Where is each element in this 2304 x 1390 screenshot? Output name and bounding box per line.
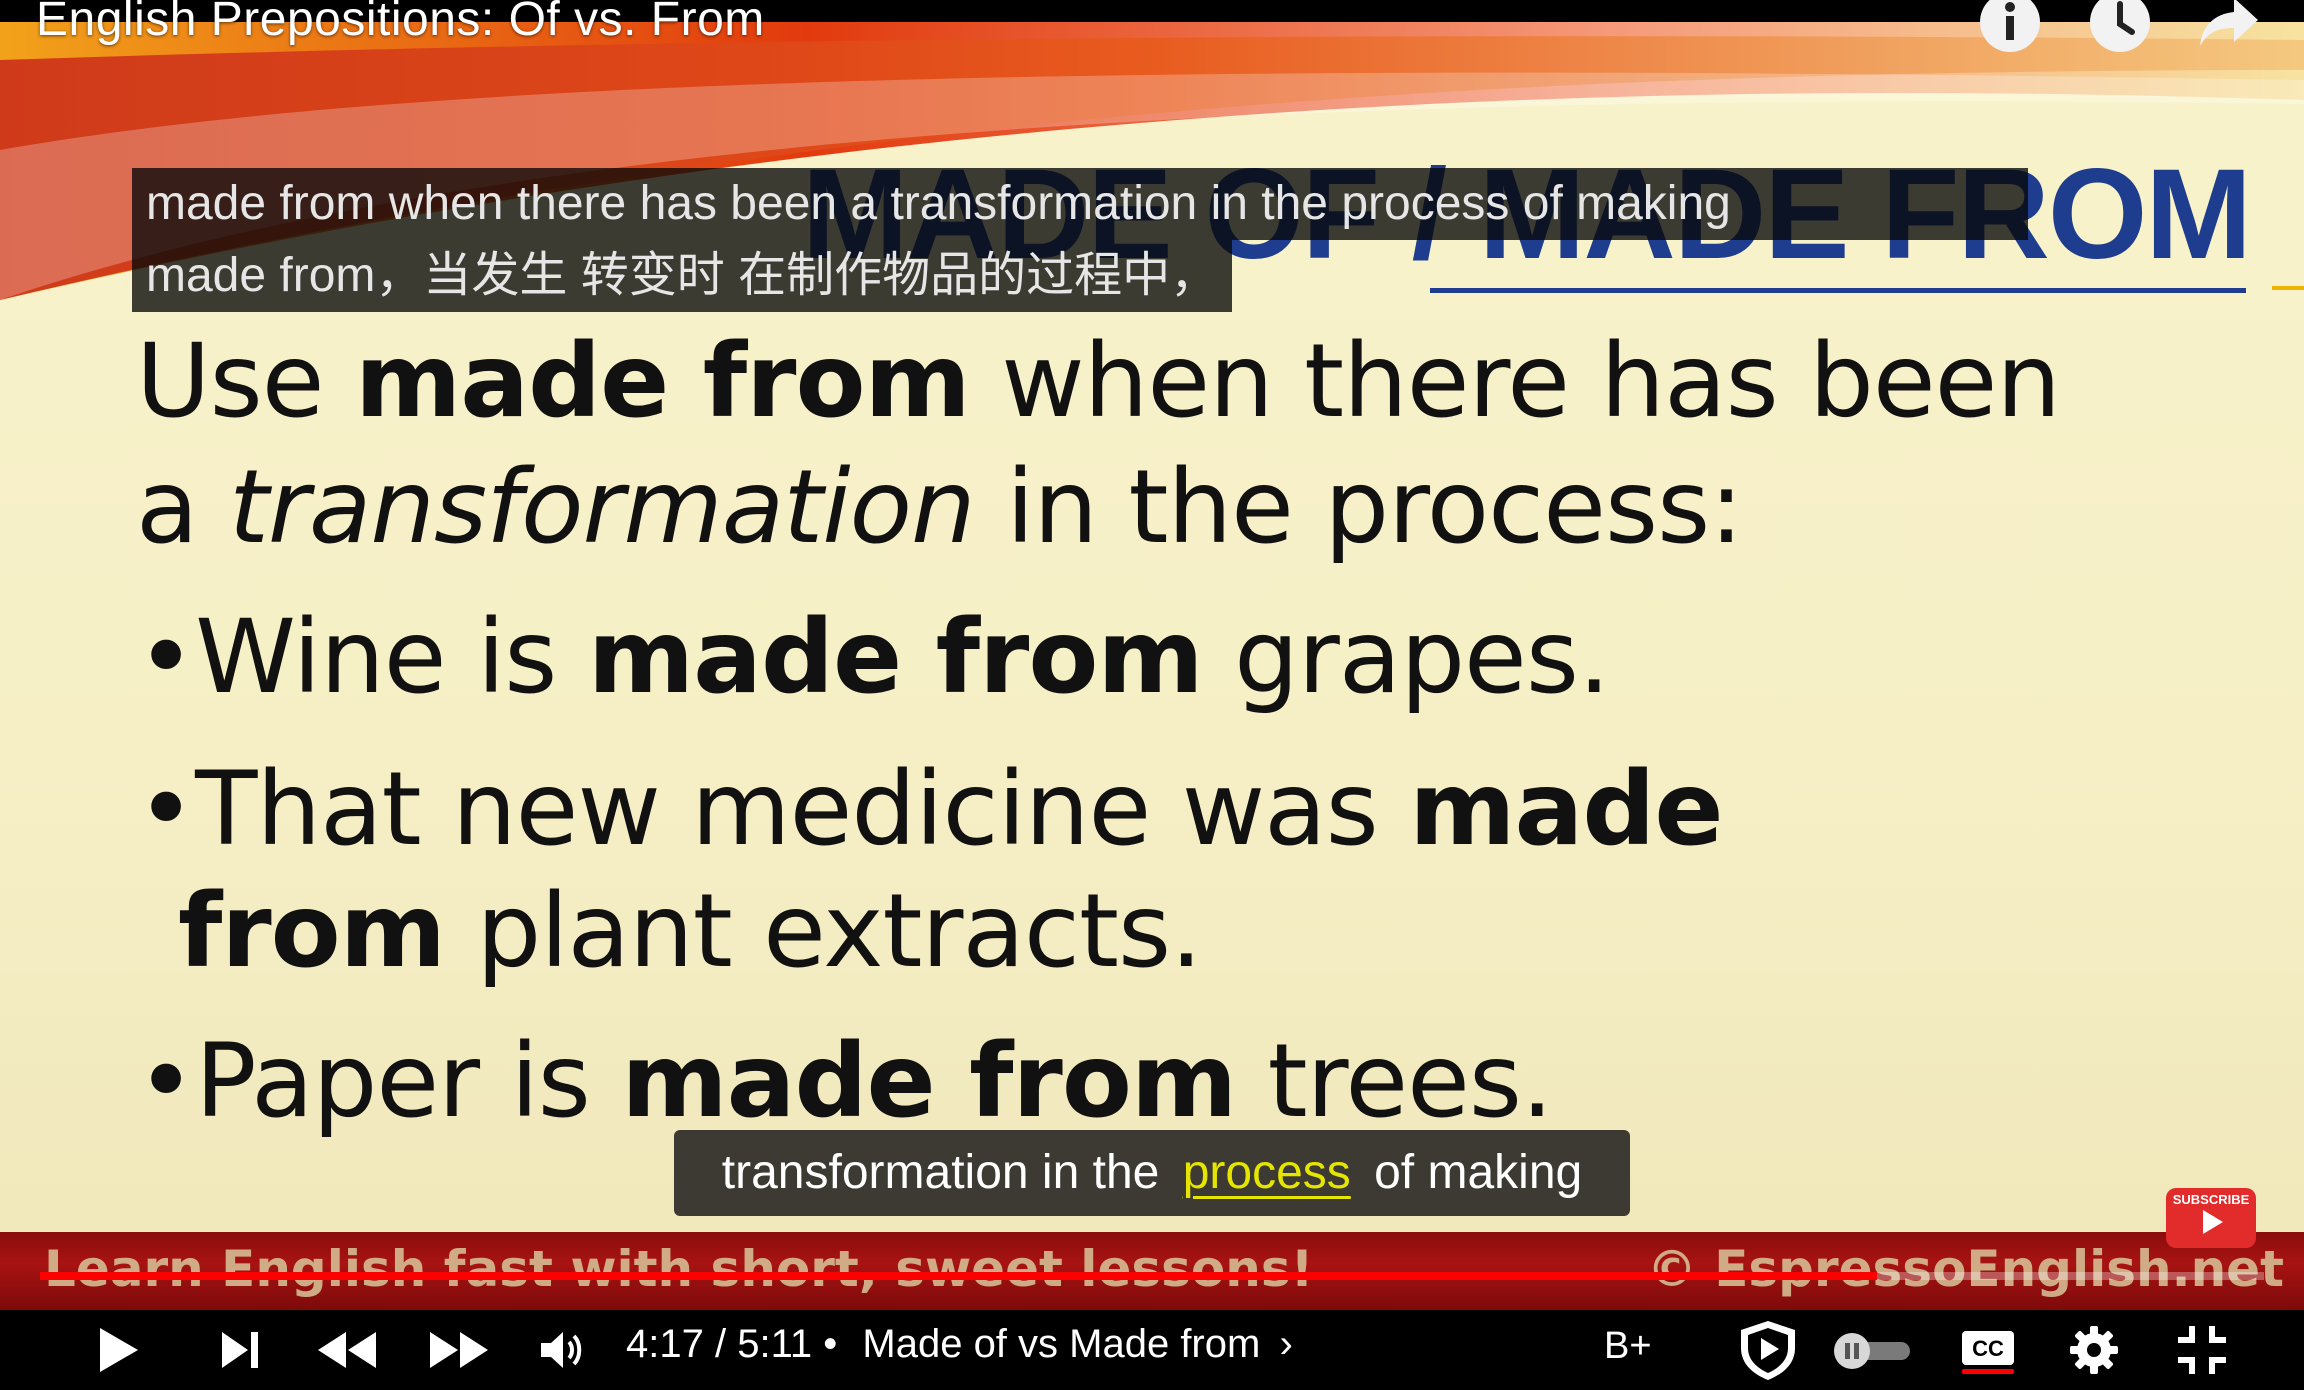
slide-text-run: •Wine is	[136, 598, 588, 717]
rewind-button[interactable]	[312, 1310, 382, 1390]
play-button[interactable]	[90, 1310, 146, 1390]
chapter-bullet: •	[823, 1322, 838, 1366]
slide-text-run: when there has been	[969, 322, 2061, 441]
share-icon	[2200, 0, 2258, 46]
progress-bar-played	[40, 1272, 1878, 1280]
watch-later-button[interactable]	[2086, 0, 2154, 56]
slide-text-run: Use	[136, 322, 355, 441]
progress-bar[interactable]	[40, 1272, 2264, 1280]
info-icon	[1980, 0, 2040, 52]
caption-text-before: transformation in the	[721, 1146, 1160, 1199]
slide-text-run: made	[1409, 750, 1723, 869]
slide-text-run: a	[136, 448, 229, 567]
duration: 5:11	[737, 1322, 813, 1366]
translated-caption-overlay: made from when there has been a transfor…	[132, 168, 2028, 312]
time-and-chapter: 4:17 / 5:11 • Made of vs Made from ›	[626, 1310, 1293, 1390]
watch-later-icon	[2090, 0, 2150, 52]
volume-button[interactable]	[538, 1310, 586, 1390]
slide-text-run: made from	[354, 322, 971, 441]
settings-button[interactable]	[2066, 1310, 2122, 1390]
rewind-icon	[318, 1332, 376, 1368]
autoplay-toggle-icon	[1834, 1333, 1910, 1369]
slide-text-run: in the process:	[974, 448, 1744, 567]
exit-fullscreen-button[interactable]	[2174, 1310, 2230, 1390]
share-button[interactable]	[2194, 0, 2262, 56]
captions-button[interactable]: CC	[1960, 1310, 2016, 1390]
next-icon	[222, 1332, 258, 1368]
slide-body-line: •Paper is made from trees.	[136, 1022, 1554, 1141]
gear-icon	[2070, 1326, 2118, 1374]
slide-body-line: a transformation in the process:	[136, 448, 1744, 567]
next-button[interactable]	[214, 1310, 266, 1390]
video-title[interactable]: English Prepositions: Of vs. From	[36, 0, 765, 47]
autoplay-toggle[interactable]	[1830, 1310, 1914, 1390]
slide-text-run: plant extracts.	[445, 872, 1202, 991]
slide-text-run: •Paper is	[136, 1022, 622, 1141]
current-time: 4:17	[626, 1322, 704, 1366]
subscribe-play-icon	[2203, 1210, 2223, 1234]
info-button[interactable]	[1976, 0, 2044, 56]
slide-text-run: transformation	[228, 448, 976, 567]
banner-tagline: Learn English fast with short, sweet les…	[44, 1240, 1314, 1298]
caption-highlighted-word[interactable]: process	[1183, 1146, 1351, 1199]
shield-play-button[interactable]	[1736, 1310, 1800, 1390]
slide-text-run: trees.	[1236, 1022, 1554, 1141]
time-separator: /	[714, 1322, 727, 1366]
play-icon	[100, 1328, 138, 1372]
slide-body-line: •Wine is made from grapes.	[136, 598, 1610, 717]
slide-banner: Learn English fast with short, sweet les…	[0, 1232, 2304, 1310]
caption-text-after: of making	[1374, 1146, 1583, 1199]
slide-text-run: •That new medicine was	[136, 750, 1410, 869]
live-caption: transformation in the process of making	[674, 1130, 1630, 1216]
slide-text-run: made from	[587, 598, 1204, 717]
overlay-caption-line-chinese: made from，当发生 转变时 在制作物品的过程中，	[132, 240, 1233, 312]
quality-badge: B+	[1604, 1325, 1652, 1367]
subscribe-watermark[interactable]: SUBSCRIBE	[2166, 1188, 2256, 1248]
chevron-right-icon[interactable]: ›	[1279, 1322, 1292, 1366]
slide-heading-marker	[2272, 286, 2304, 290]
fast-forward-icon	[430, 1332, 488, 1368]
overlay-caption-line-english: made from when there has been a transfor…	[132, 168, 2028, 240]
slide-body-line: from plant extracts.	[178, 872, 1203, 991]
chapter-title-button[interactable]: Made of vs Made from	[862, 1322, 1260, 1366]
fast-forward-button[interactable]	[424, 1310, 494, 1390]
exit-fullscreen-icon	[2178, 1326, 2226, 1374]
slide-body-line: •That new medicine was made	[136, 750, 1724, 869]
svg-text:CC: CC	[1972, 1336, 2004, 1361]
shield-play-icon	[1741, 1321, 1795, 1380]
banner-copyright: © EspressoEnglish.net	[1646, 1240, 2284, 1298]
volume-icon	[541, 1332, 582, 1368]
captions-icon: CC	[1962, 1331, 2014, 1374]
control-bar: 4:17 / 5:11 • Made of vs Made from › B+	[0, 1310, 2304, 1390]
slide-text-run: grapes.	[1202, 598, 1610, 717]
slide-body-line: Use made from when there has been	[136, 322, 2061, 441]
slide-text-run: made from	[621, 1022, 1237, 1141]
slide-text-run: from	[178, 872, 446, 991]
video-player[interactable]: English Prepositions: Of vs. From MADE O…	[0, 0, 2304, 1390]
